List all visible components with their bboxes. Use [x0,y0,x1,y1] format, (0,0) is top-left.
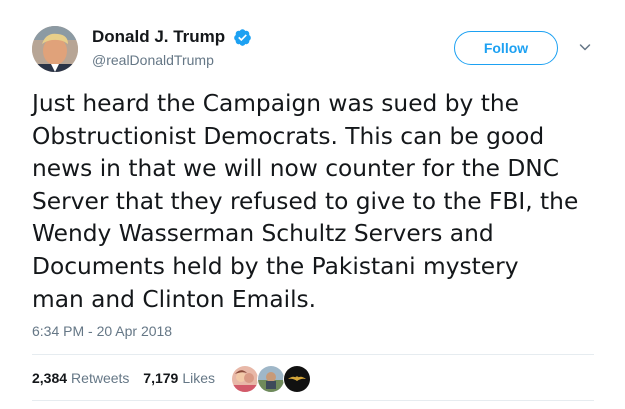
tweet-text: Just heard the Campaign was sued by the … [32,88,612,316]
verified-badge-icon [233,28,251,46]
liker-avatar[interactable] [283,365,311,393]
tweet-text-line: Just heard the Campaign was sued by the [32,90,519,117]
author-block: Donald J. Trump @realDonaldTrump [92,26,252,70]
retweets-stat[interactable]: 2,384 Retweets [32,369,129,387]
likes-count: 7,179 [143,370,179,386]
divider [32,400,594,401]
chevron-down-icon[interactable] [578,40,592,54]
tweet-text-line: Wendy Wasserman Schultz Servers and [32,220,494,248]
author-handle[interactable]: @realDonaldTrump [92,50,252,70]
tweet-card: Donald J. Trump @realDonaldTrump Follow … [0,0,625,409]
retweets-count: 2,384 [32,370,68,386]
profile-photo-icon [32,26,78,72]
follow-button[interactable]: Follow [454,31,558,65]
tweet-text-line: Documents held by the Pakistani mystery [32,252,519,280]
liker-avatar[interactable] [257,365,285,393]
tweet-timestamp[interactable]: 6:34 PM - 20 Apr 2018 [32,322,172,340]
tweet-text-line: Server that they refused to give to the … [32,187,579,215]
liker-photo-icon [232,366,258,392]
tweet-text-line: news in that we will now counter for the… [32,155,559,183]
author-display-name[interactable]: Donald J. Trump [92,26,225,48]
divider [32,354,594,355]
liker-photo-icon [258,366,284,392]
likes-stat[interactable]: 7,179 Likes [143,369,215,387]
engagement-stats: 2,384 Retweets 7,179 Likes [32,369,225,387]
tweet-text-line: Obstructionist Democrats. This can be go… [32,122,545,150]
liker-avatar[interactable] [231,365,259,393]
retweets-label: Retweets [71,370,130,386]
likes-label: Likes [182,370,216,386]
tweet-text-line: man and Clinton Emails. [32,285,317,313]
eagle-emblem-icon [284,366,310,392]
author-avatar[interactable] [32,26,78,72]
